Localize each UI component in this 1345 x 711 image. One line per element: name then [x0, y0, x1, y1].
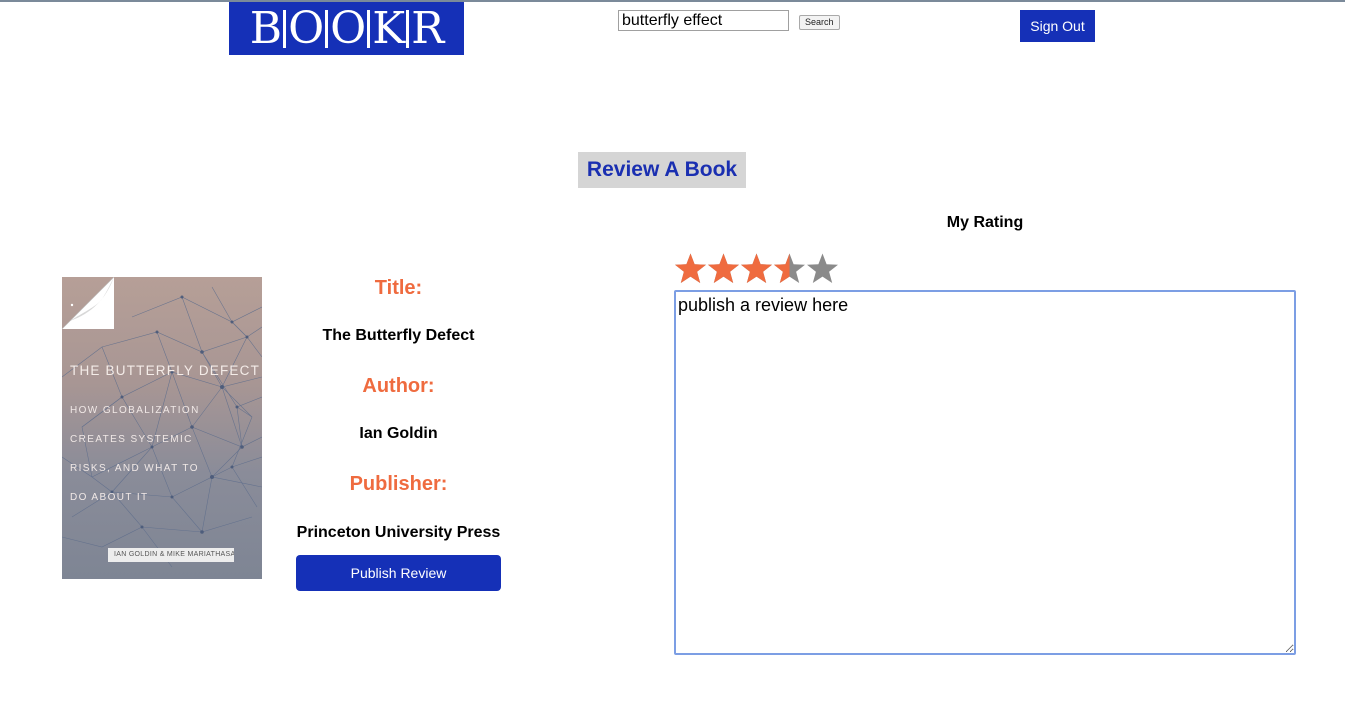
my-rating-label: My Rating: [946, 214, 1024, 231]
star-icon[interactable]: [740, 252, 773, 286]
publish-review-button[interactable]: Publish Review: [296, 555, 501, 591]
logo-letter: O: [288, 2, 324, 54]
window-top-border: [0, 0, 1345, 2]
star-icon[interactable]: [674, 252, 707, 286]
star-icon[interactable]: [806, 252, 839, 286]
logo-divider: [283, 9, 287, 48]
star-rating[interactable]: [674, 252, 839, 286]
cover-authors-text: IAN GOLDIN & MIKE MARIATHASAN: [108, 548, 234, 562]
cover-subtitle-line: CREATES SYSTEMIC: [70, 434, 193, 445]
logo-letter: B: [249, 2, 282, 54]
logo-divider: [406, 9, 410, 48]
logo-letter: O: [330, 2, 366, 54]
book-cover-image: THE BUTTERFLY DEFECT HOW GLOBALIZATION C…: [62, 277, 262, 579]
cover-title-text: THE BUTTERFLY DEFECT: [70, 363, 261, 378]
page-curl-icon: [62, 277, 114, 329]
search-button[interactable]: Search: [799, 15, 840, 30]
author-value: Ian Goldin: [359, 425, 438, 442]
star-icon[interactable]: [707, 252, 740, 286]
logo-divider: [367, 9, 371, 48]
search-input[interactable]: [618, 10, 789, 31]
title-label: Title:: [374, 277, 423, 299]
cover-subtitle-line: HOW GLOBALIZATION: [70, 405, 200, 416]
publisher-value: Princeton University Press: [296, 524, 501, 541]
star-icon[interactable]: [773, 252, 806, 286]
logo-text: BOOKR: [250, 6, 445, 51]
bookr-logo[interactable]: BOOKR: [229, 2, 464, 55]
logo-letter: K: [372, 2, 405, 54]
logo-letter: R: [411, 2, 444, 54]
author-label: Author:: [362, 375, 435, 397]
publisher-label: Publisher:: [349, 473, 448, 495]
sign-out-button[interactable]: Sign Out: [1020, 10, 1095, 42]
page-title: Review A Book: [578, 152, 746, 188]
title-value: The Butterfly Defect: [322, 327, 475, 344]
cover-subtitle-line: RISKS, AND WHAT TO: [70, 463, 199, 474]
review-textarea[interactable]: [674, 290, 1296, 655]
cover-subtitle-line: DO ABOUT IT: [70, 492, 149, 503]
logo-divider: [325, 9, 329, 48]
